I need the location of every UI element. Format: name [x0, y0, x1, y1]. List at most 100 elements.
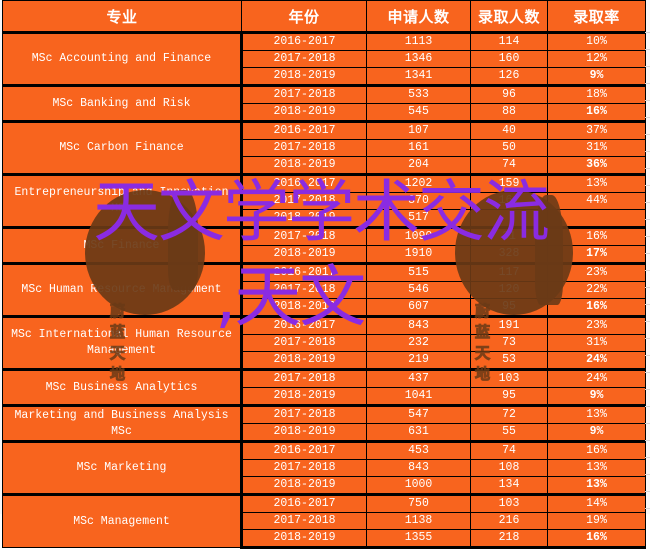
major-cell[interactable]: MSc Banking and Risk — [2, 84, 243, 122]
year-cell[interactable]: 2016-2017 — [241, 440, 367, 460]
applicants-cell[interactable]: 204 — [366, 156, 471, 176]
rate-cell[interactable]: 31% — [547, 334, 646, 352]
rate-cell[interactable]: 9% — [547, 387, 646, 407]
rate-cell[interactable]: 37% — [547, 120, 646, 140]
admitted-cell[interactable]: 72 — [470, 404, 548, 424]
rate-cell[interactable]: 13% — [547, 476, 646, 496]
year-cell[interactable]: 2017-2018 — [241, 84, 367, 104]
header-year[interactable]: 年份 — [241, 0, 367, 34]
admitted-cell[interactable]: 108 — [470, 459, 548, 477]
applicants-cell[interactable]: 1341 — [366, 67, 471, 87]
applicants-cell[interactable]: 547 — [366, 404, 471, 424]
rate-cell[interactable]: 13% — [547, 459, 646, 477]
year-cell[interactable]: 2016-2017 — [241, 120, 367, 140]
applicants-cell[interactable]: 1000 — [366, 476, 471, 496]
year-cell[interactable]: 2017-2018 — [241, 404, 367, 424]
rate-cell[interactable]: 18% — [547, 84, 646, 104]
gridline — [645, 49, 650, 50]
applicants-cell[interactable]: 453 — [366, 440, 471, 460]
applicants-cell[interactable]: 843 — [366, 315, 471, 335]
header-applicants[interactable]: 申请人数 — [366, 0, 471, 34]
admitted-cell[interactable]: 126 — [470, 67, 548, 87]
year-cell[interactable]: 2017-2018 — [241, 334, 367, 352]
applicants-cell[interactable]: 219 — [366, 351, 471, 371]
admitted-cell[interactable]: 95 — [470, 387, 548, 407]
admitted-cell[interactable]: 134 — [470, 476, 548, 496]
rate-cell[interactable]: 12% — [547, 50, 646, 68]
admitted-cell[interactable]: 96 — [470, 84, 548, 104]
major-cell[interactable]: MSc Marketing — [2, 440, 243, 495]
applicants-cell[interactable]: 607 — [366, 298, 471, 318]
year-cell[interactable]: 2018-2019 — [241, 103, 367, 123]
applicants-cell[interactable]: 161 — [366, 139, 471, 157]
year-cell[interactable]: 2018-2019 — [241, 423, 367, 443]
year-cell[interactable]: 2016-2017 — [241, 493, 367, 513]
year-cell[interactable]: 2017-2018 — [241, 368, 367, 388]
year-cell[interactable]: 2018-2019 — [241, 529, 367, 549]
rate-cell[interactable]: 9% — [547, 67, 646, 87]
admitted-cell[interactable]: 103 — [470, 493, 548, 513]
rate-cell[interactable]: 16% — [547, 529, 646, 549]
applicants-cell[interactable]: 1355 — [366, 529, 471, 549]
rate-cell[interactable]: 10% — [547, 31, 646, 51]
overlay-title-line1: 天文学学术交流 — [93, 173, 550, 251]
rate-cell[interactable]: 16% — [547, 103, 646, 123]
major-cell[interactable]: Marketing and Business Analysis MSc — [2, 404, 243, 442]
applicants-cell[interactable]: 107 — [366, 120, 471, 140]
applicants-cell[interactable]: 533 — [366, 84, 471, 104]
admitted-cell[interactable]: 88 — [470, 103, 548, 123]
year-cell[interactable]: 2018-2019 — [241, 387, 367, 407]
major-cell[interactable]: MSc Carbon Finance — [2, 120, 243, 175]
applicants-cell[interactable]: 515 — [366, 262, 471, 282]
rate-cell[interactable]: 13% — [547, 173, 646, 193]
rate-cell[interactable]: 24% — [547, 368, 646, 388]
year-cell[interactable]: 2018-2019 — [241, 67, 367, 87]
rate-cell[interactable]: 36% — [547, 156, 646, 176]
rate-cell[interactable]: 31% — [547, 139, 646, 157]
applicants-cell[interactable]: 1041 — [366, 387, 471, 407]
major-cell[interactable]: MSc Accounting and Finance — [2, 31, 243, 86]
applicants-cell[interactable]: 546 — [366, 281, 471, 299]
year-cell[interactable]: 2017-2018 — [241, 459, 367, 477]
rate-cell[interactable]: 13% — [547, 404, 646, 424]
applicants-cell[interactable]: 843 — [366, 459, 471, 477]
applicants-cell[interactable]: 545 — [366, 103, 471, 123]
rate-cell[interactable]: 16% — [547, 298, 646, 318]
rate-cell[interactable]: 23% — [547, 315, 646, 335]
year-cell[interactable]: 2018-2019 — [241, 476, 367, 496]
admitted-cell[interactable]: 50 — [470, 139, 548, 157]
header-admitted[interactable]: 录取人数 — [470, 0, 548, 34]
applicants-cell[interactable]: 437 — [366, 368, 471, 388]
gridline — [645, 355, 650, 356]
admitted-cell[interactable]: 114 — [470, 31, 548, 51]
gridline — [645, 491, 650, 492]
year-cell[interactable]: 2017-2018 — [241, 50, 367, 68]
applicants-cell[interactable]: 750 — [366, 493, 471, 513]
admitted-cell[interactable]: 55 — [470, 423, 548, 443]
header-rate[interactable]: 录取率 — [547, 0, 646, 34]
year-cell[interactable]: 2018-2019 — [241, 351, 367, 371]
applicants-cell[interactable]: 1138 — [366, 512, 471, 530]
applicants-cell[interactable]: 232 — [366, 334, 471, 352]
rate-cell[interactable]: 16% — [547, 440, 646, 460]
applicants-cell[interactable]: 1346 — [366, 50, 471, 68]
admitted-cell[interactable]: 160 — [470, 50, 548, 68]
admitted-cell[interactable]: 216 — [470, 512, 548, 530]
year-cell[interactable]: 2018-2019 — [241, 156, 367, 176]
rate-cell[interactable]: 14% — [547, 493, 646, 513]
admitted-cell[interactable]: 218 — [470, 529, 548, 549]
year-cell[interactable]: 2017-2018 — [241, 139, 367, 157]
applicants-cell[interactable]: 631 — [366, 423, 471, 443]
admitted-cell[interactable]: 74 — [470, 440, 548, 460]
header-major[interactable]: 专业 — [2, 0, 242, 34]
year-cell[interactable]: 2016-2017 — [241, 31, 367, 51]
rate-cell[interactable]: 19% — [547, 512, 646, 530]
major-cell[interactable]: MSc Management — [2, 493, 243, 548]
rate-cell[interactable]: 9% — [547, 423, 646, 443]
applicants-cell[interactable]: 1113 — [366, 31, 471, 51]
admitted-cell[interactable]: 74 — [470, 156, 548, 176]
rate-cell[interactable]: 24% — [547, 351, 646, 371]
year-cell[interactable]: 2017-2018 — [241, 512, 367, 530]
admitted-cell[interactable]: 40 — [470, 120, 548, 140]
rate-cell[interactable]: 44% — [547, 192, 646, 210]
